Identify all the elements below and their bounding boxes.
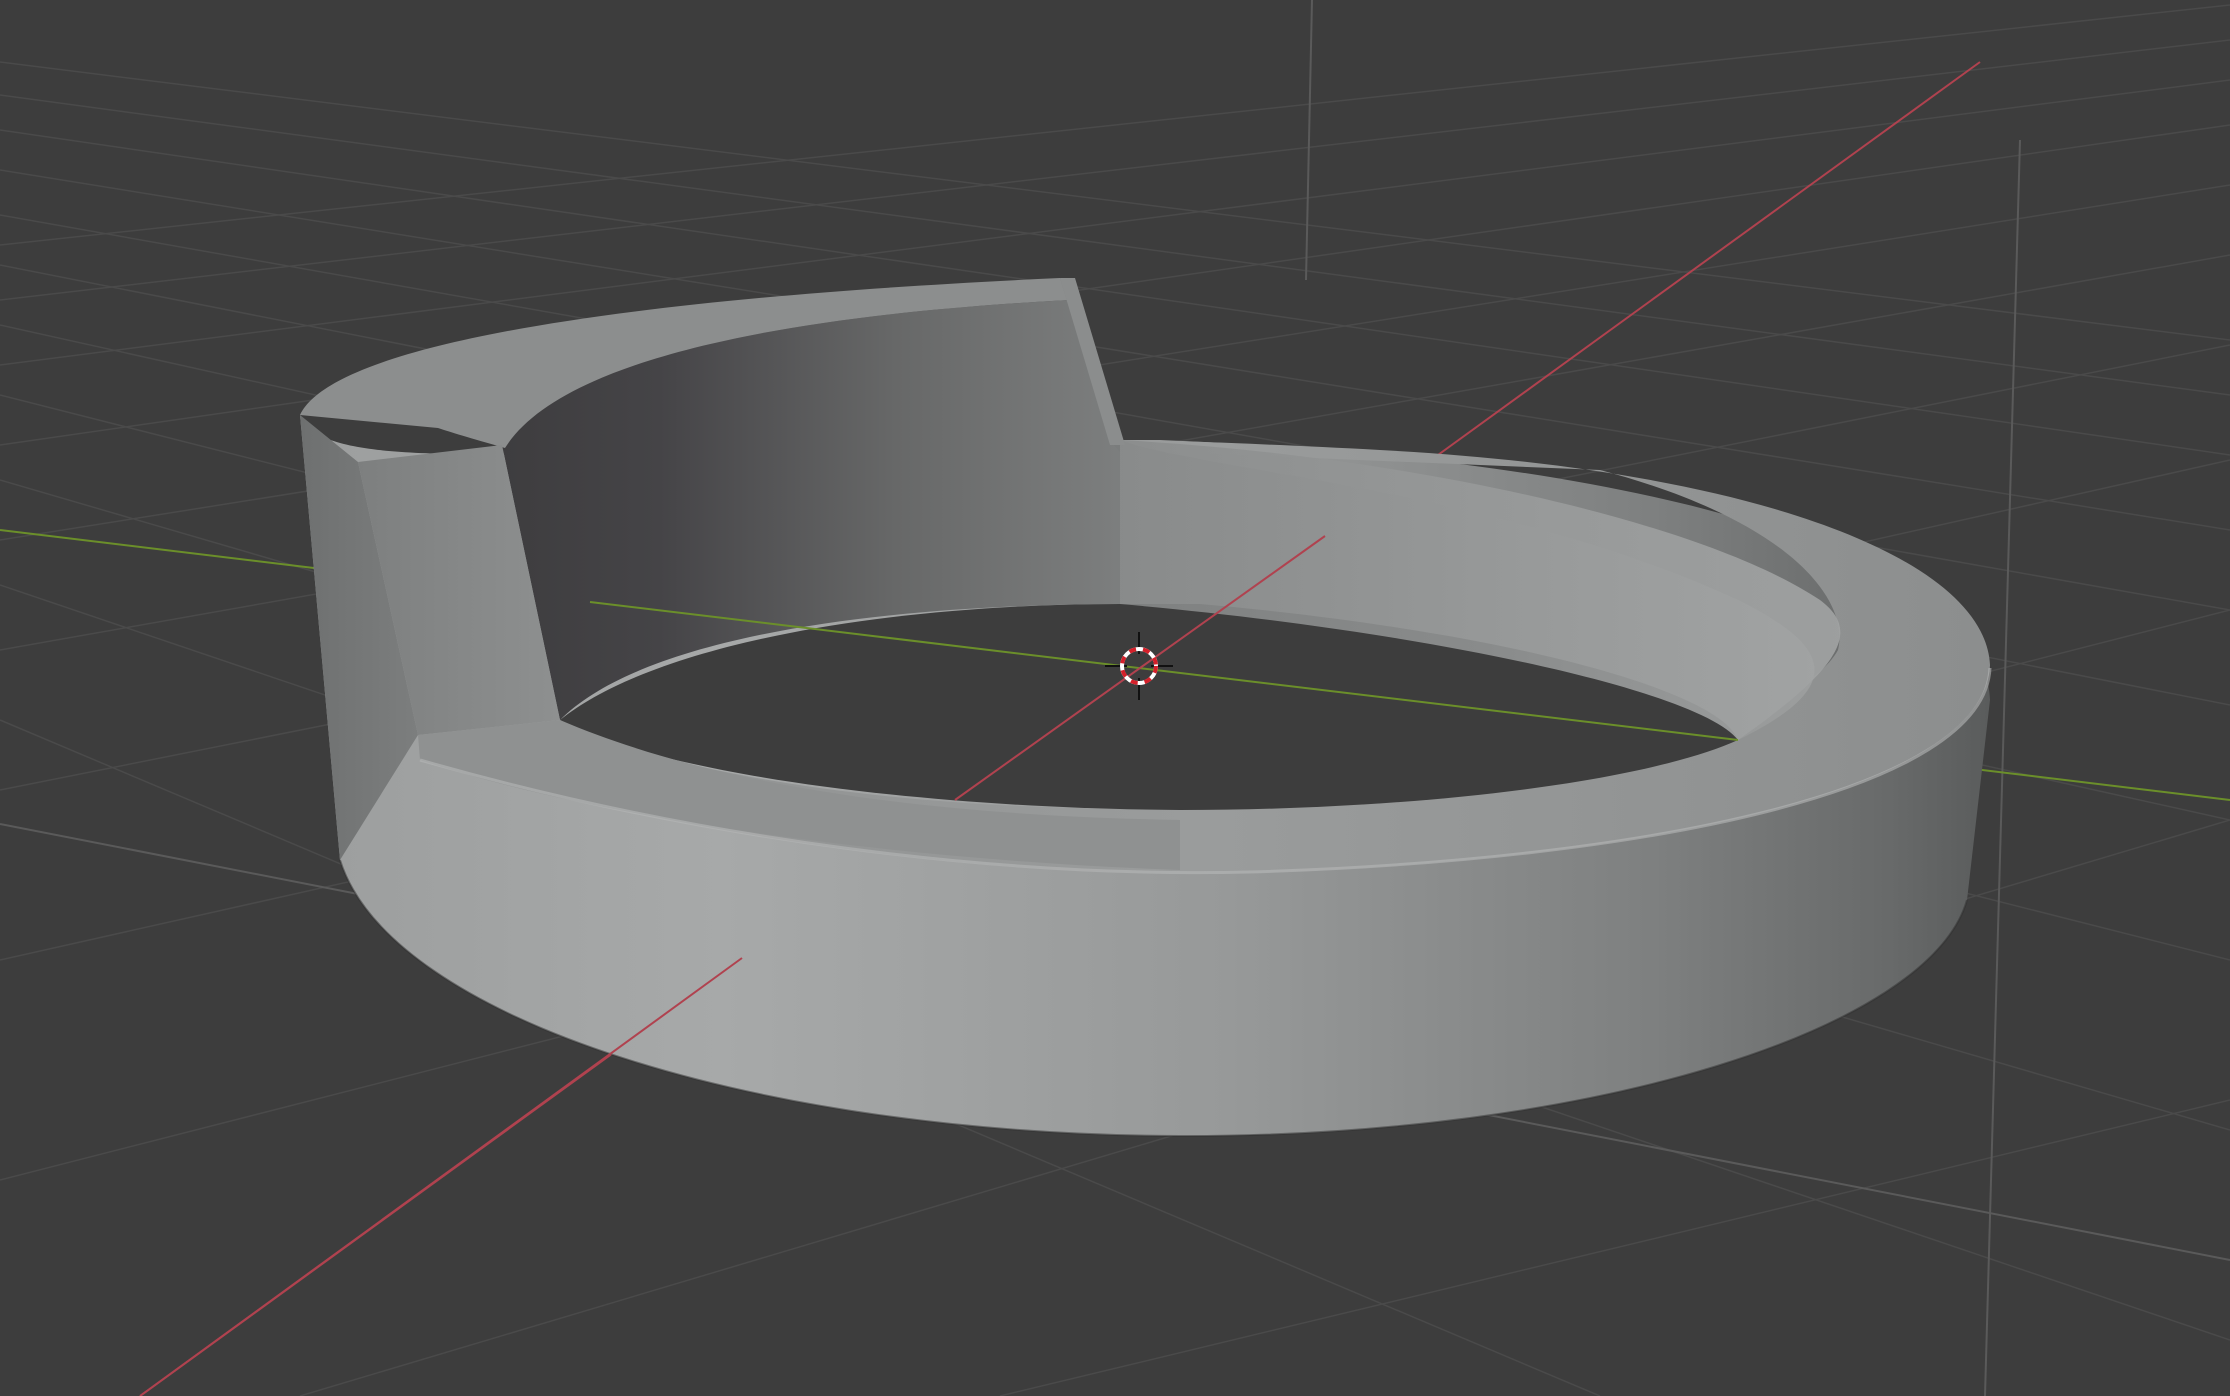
ring-mesh-object[interactable] bbox=[300, 278, 1992, 1138]
x-axis-line-front bbox=[139, 957, 743, 1396]
viewport-canvas[interactable] bbox=[0, 0, 2230, 1396]
3d-viewport[interactable] bbox=[0, 0, 2230, 1396]
